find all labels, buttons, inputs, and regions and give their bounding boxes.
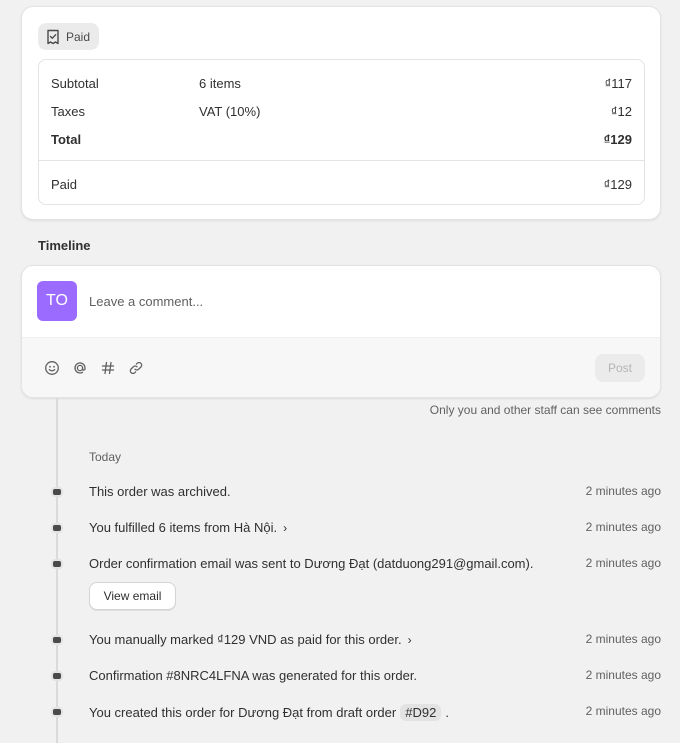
comment-input[interactable]	[89, 291, 629, 311]
total-row: Total ₫129	[51, 129, 632, 149]
timeline-event: You created this order for Dương Đạt fro…	[0, 702, 680, 722]
taxes-row: Taxes VAT (10%) ₫12	[51, 101, 632, 121]
emoji-icon[interactable]	[43, 359, 61, 377]
summary-divider	[39, 160, 644, 161]
paid-status-badge: Paid	[38, 23, 100, 50]
post-button[interactable]: Post	[595, 354, 645, 382]
event-time: 2 minutes ago	[585, 484, 661, 498]
avatar: TO	[37, 281, 77, 321]
draft-order-link[interactable]: #D92	[400, 704, 442, 721]
timeline-dot	[51, 487, 63, 497]
taxes-detail: VAT (10%)	[199, 103, 261, 119]
chevron-right-icon[interactable]: ›	[408, 633, 412, 647]
payment-summary: Subtotal 6 items ₫117 Taxes VAT (10%) ₫1…	[38, 59, 645, 205]
paid-label: Paid	[51, 176, 78, 192]
event-time: 2 minutes ago	[585, 556, 661, 570]
event-time: 2 minutes ago	[585, 668, 661, 682]
subtotal-row: Subtotal 6 items ₫117	[51, 73, 632, 93]
event-time: 2 minutes ago	[585, 632, 661, 646]
event-text[interactable]: You manually marked ₫129 VND as paid for…	[89, 632, 412, 647]
timeline-day-label: Today	[89, 450, 122, 464]
subtotal-label: Subtotal	[51, 75, 99, 91]
timeline-event: This order was archived. 2 minutes ago	[0, 482, 680, 502]
timeline-dot	[51, 707, 63, 717]
taxes-label: Taxes	[51, 103, 85, 119]
comment-toolbar: Post	[22, 337, 660, 397]
view-email-button[interactable]: View email	[89, 582, 176, 610]
timeline-event[interactable]: You manually marked ₫129 VND as paid for…	[0, 630, 680, 650]
event-text: This order was archived.	[89, 484, 231, 499]
payment-card: Paid Subtotal 6 items ₫117 Taxes VAT (10…	[21, 6, 661, 220]
chevron-right-icon[interactable]: ›	[283, 521, 287, 535]
timeline-dot	[51, 671, 63, 681]
subtotal-detail: 6 items	[199, 75, 241, 91]
paid-row: Paid ₫129	[51, 174, 632, 194]
event-text[interactable]: You fulfilled 6 items from Hà Nội. ›	[89, 520, 287, 535]
timeline-title: Timeline	[38, 238, 91, 253]
timeline-event[interactable]: You fulfilled 6 items from Hà Nội. › 2 mi…	[0, 518, 680, 538]
mention-icon[interactable]	[71, 359, 89, 377]
event-text: Order confirmation email was sent to Dươ…	[89, 556, 534, 571]
taxes-amount: ₫12	[610, 103, 632, 119]
paid-badge-label: Paid	[66, 29, 91, 44]
timeline-event: Confirmation #8NRC4LFNA was generated fo…	[0, 666, 680, 686]
paid-amount: ₫129	[603, 176, 632, 192]
link-icon[interactable]	[127, 359, 145, 377]
total-label: Total	[51, 131, 82, 147]
subtotal-amount: ₫117	[604, 75, 632, 91]
total-amount: ₫129	[603, 131, 632, 147]
event-text: Confirmation #8NRC4LFNA was generated fo…	[89, 668, 418, 683]
event-time: 2 minutes ago	[585, 520, 661, 534]
timeline-dot	[51, 635, 63, 645]
event-time: 2 minutes ago	[585, 704, 661, 718]
event-text: You created this order for Dương Đạt fro…	[89, 704, 449, 721]
comment-box: TO Post	[21, 265, 661, 398]
timeline-dot	[51, 523, 63, 533]
timeline-dot	[51, 559, 63, 569]
receipt-icon	[46, 29, 60, 45]
hashtag-icon[interactable]	[99, 359, 117, 377]
timeline-event: Order confirmation email was sent to Dươ…	[0, 554, 680, 574]
staff-visibility-note: Only you and other staff can see comment…	[429, 403, 661, 417]
